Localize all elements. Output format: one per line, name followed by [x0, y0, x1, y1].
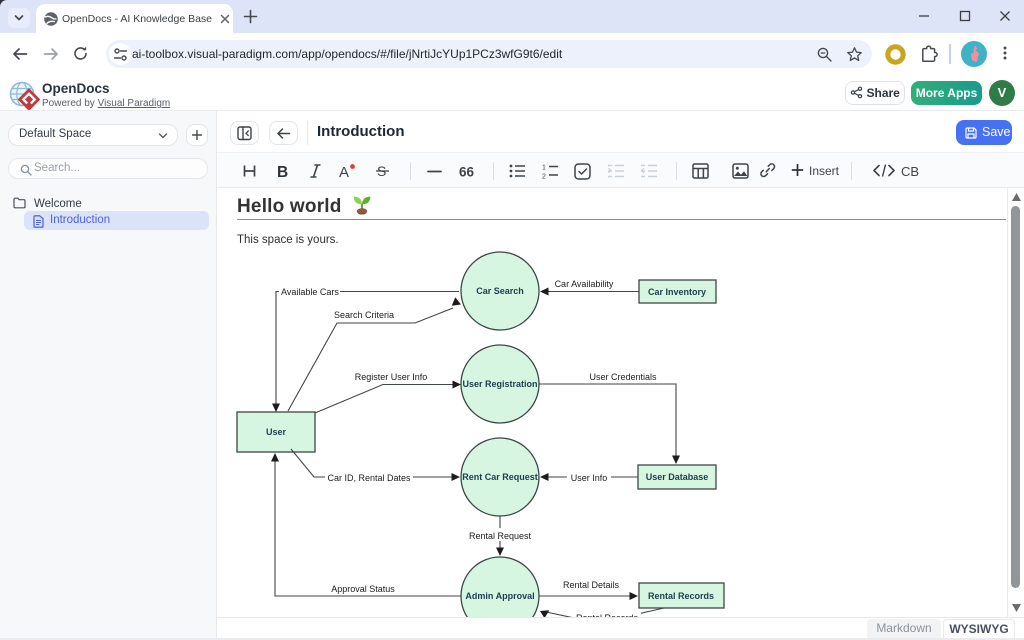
svg-text:Search Criteria: Search Criteria — [334, 310, 394, 320]
svg-text:User Credentials: User Credentials — [589, 372, 657, 382]
svg-text:Rental Request: Rental Request — [469, 531, 532, 541]
svg-text:User Info: User Info — [571, 473, 608, 483]
svg-text:1: 1 — [542, 165, 546, 172]
svg-text:Car ID, Rental Dates: Car ID, Rental Dates — [327, 473, 411, 483]
svg-text:B: B — [277, 164, 288, 179]
svg-text:2: 2 — [542, 174, 546, 180]
svg-text:Admin Approval: Admin Approval — [465, 591, 534, 601]
svg-text:66: 66 — [459, 165, 475, 180]
svg-text:Register User Info: Register User Info — [355, 372, 428, 382]
svg-text:Rent Car Request: Rent Car Request — [462, 472, 538, 482]
svg-text:Car Availability: Car Availability — [555, 279, 614, 289]
svg-text:Rental Records: Rental Records — [648, 591, 714, 601]
svg-text:Available Cars: Available Cars — [281, 287, 339, 297]
svg-text:Approval Status: Approval Status — [331, 584, 395, 594]
svg-text:User Registration: User Registration — [462, 379, 537, 389]
svg-text:Car Inventory: Car Inventory — [648, 287, 706, 297]
svg-text:User: User — [266, 427, 287, 437]
svg-text:Car Search: Car Search — [476, 286, 524, 296]
svg-text:A: A — [339, 164, 349, 180]
svg-text:Rental Details: Rental Details — [563, 580, 620, 590]
svg-text:User Database: User Database — [646, 472, 709, 482]
